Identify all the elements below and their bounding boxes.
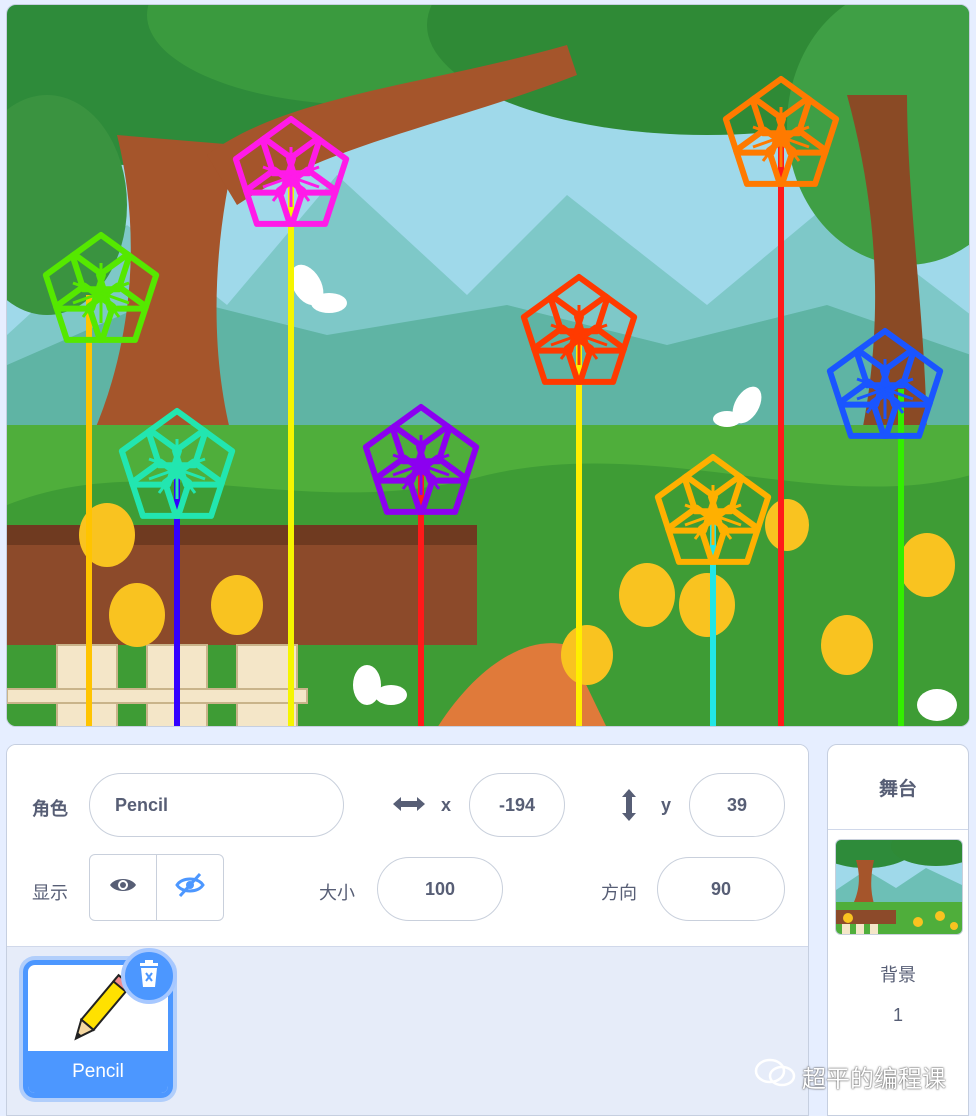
- wechat-icon: [754, 1058, 796, 1095]
- arrows-horizontal-icon: [391, 793, 427, 820]
- size-input[interactable]: 100: [377, 857, 503, 921]
- size-label: 大小: [319, 883, 355, 903]
- show-button[interactable]: [90, 855, 156, 920]
- direction-label: 方向: [601, 883, 637, 903]
- y-label: y: [661, 795, 672, 815]
- sprite-name-input[interactable]: Pencil: [89, 773, 344, 837]
- sprite-tile-name: Pencil: [28, 1051, 168, 1093]
- eye-icon: [109, 875, 137, 900]
- y-input[interactable]: 39: [689, 773, 785, 837]
- sprite-label: 角色: [32, 799, 68, 819]
- direction-input[interactable]: 90: [657, 857, 785, 921]
- watermark-text: 超平的编程课: [802, 1066, 946, 1093]
- x-input[interactable]: -194: [469, 773, 565, 837]
- backdrop-count: 1: [892, 1005, 903, 1025]
- visibility-toggle: [89, 854, 224, 921]
- backdrop-label: 背景: [880, 965, 916, 985]
- x-label: x: [441, 795, 452, 815]
- arrows-vertical-icon: [619, 787, 639, 828]
- sprite-info-panel: 角色 Pencil x -194 y 39 显示 大小 100 方向 90 Pe…: [6, 744, 809, 1116]
- stage-canvas[interactable]: [6, 4, 970, 727]
- stage-scene: [7, 5, 969, 726]
- eye-off-icon: [175, 872, 205, 903]
- hide-button[interactable]: [156, 855, 223, 920]
- stage-title: 舞台: [828, 745, 968, 830]
- trash-icon: [137, 959, 161, 993]
- show-label: 显示: [32, 883, 68, 903]
- sprite-info: 角色 Pencil x -194 y 39 显示 大小 100 方向 90: [7, 745, 808, 947]
- watermark: 超平的编程课: [754, 1058, 946, 1095]
- stage-thumbnail[interactable]: [835, 839, 963, 935]
- delete-sprite-button[interactable]: [121, 948, 177, 1004]
